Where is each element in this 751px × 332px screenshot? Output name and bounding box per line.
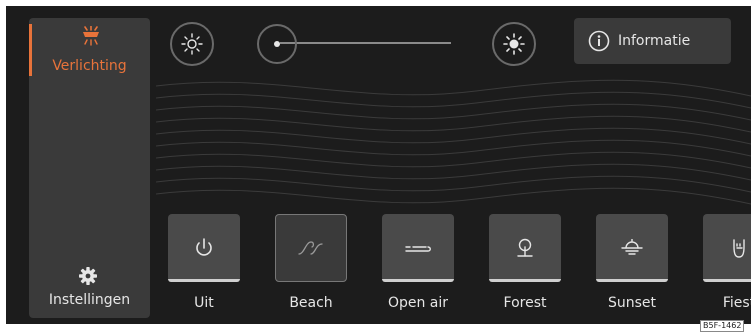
power-icon — [196, 238, 212, 256]
mode-tile[interactable] — [168, 214, 240, 282]
brightness-up-button[interactable] — [492, 22, 536, 66]
mode-tile[interactable] — [703, 214, 751, 282]
sidebar-item-instellingen[interactable]: Instellingen — [29, 258, 150, 318]
sun-dim-icon — [181, 33, 203, 55]
brightness-down-button[interactable] — [170, 22, 214, 66]
gear-icon — [79, 267, 97, 285]
wave-background — [156, 79, 751, 205]
mode-underline — [489, 279, 561, 282]
mode-tile[interactable] — [596, 214, 668, 282]
rock-hand-icon — [733, 239, 745, 258]
mode-tile[interactable] — [382, 214, 454, 282]
sun-bright-icon — [503, 33, 525, 55]
mode-label: Open air — [387, 295, 449, 311]
mode-beach[interactable]: Beach — [275, 214, 347, 311]
brightness-slider-track[interactable] — [280, 42, 451, 44]
mode-uit[interactable]: Uit — [168, 214, 240, 311]
wave-icon — [298, 241, 323, 255]
mode-forest[interactable]: Forest — [489, 214, 561, 311]
sunset-icon — [621, 239, 643, 255]
lamp-icon — [83, 26, 99, 46]
mode-underline — [596, 279, 668, 282]
mode-sunset[interactable]: Sunset — [596, 214, 668, 311]
mode-label: Beach — [289, 295, 333, 311]
info-button[interactable]: Informatie — [574, 18, 731, 64]
mode-label: Uit — [194, 295, 214, 311]
mode-fiest[interactable]: Fiest — [703, 214, 751, 311]
mode-underline — [168, 279, 240, 282]
tree-icon — [517, 238, 533, 257]
mode-label: Sunset — [607, 295, 657, 311]
mode-underline — [703, 279, 751, 282]
mode-open-air[interactable]: Open air — [382, 214, 454, 311]
wind-icon — [405, 246, 431, 252]
mode-tile[interactable] — [489, 214, 561, 282]
lighting-screen: Verlichting Instellingen Informatie Uit … — [6, 6, 751, 324]
info-icon — [588, 30, 610, 52]
sidebar-item-verlichting[interactable]: Verlichting — [29, 18, 150, 82]
mode-underline — [382, 279, 454, 282]
info-button-label: Informatie — [618, 33, 691, 49]
sidebar-item-label: Instellingen — [48, 292, 131, 308]
mode-label: Fiest — [722, 295, 751, 311]
sidebar-item-label: Verlichting — [52, 58, 127, 74]
mode-label: Forest — [503, 295, 547, 311]
slider-dot — [274, 41, 280, 47]
brightness-slider-thumb[interactable] — [257, 24, 297, 64]
mode-tile[interactable] — [275, 214, 347, 282]
sidebar: Verlichting Instellingen — [29, 18, 150, 318]
reference-code: B5F-1462 — [700, 320, 745, 332]
